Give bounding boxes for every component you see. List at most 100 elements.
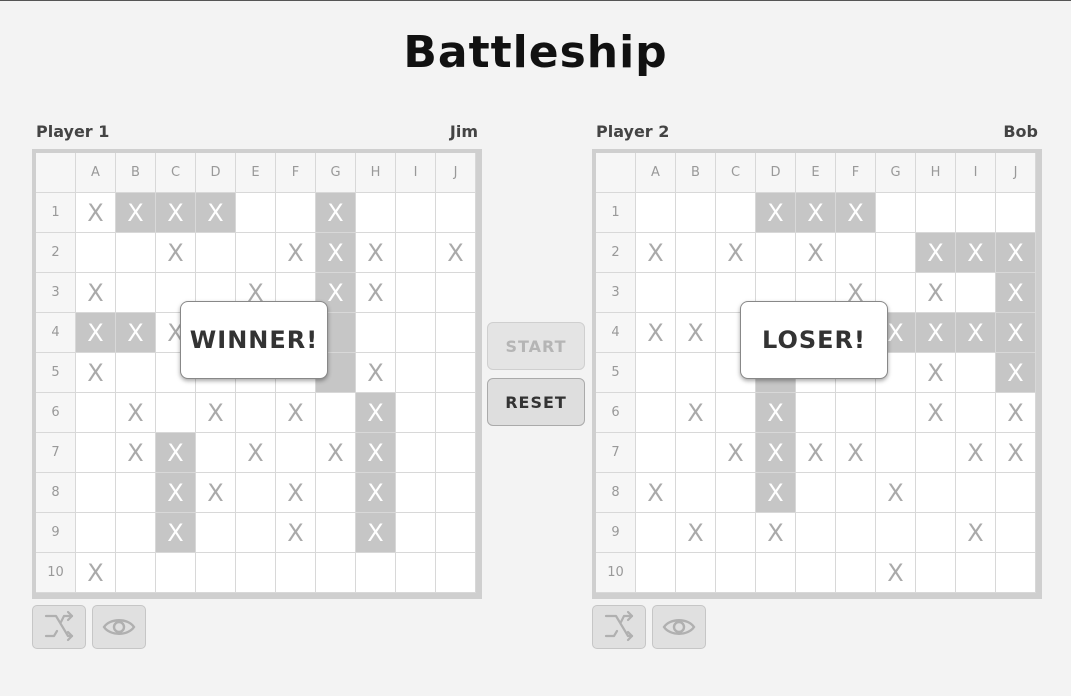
board-cell[interactable]: X [156,513,196,553]
board-cell[interactable]: X [236,433,276,473]
board-cell[interactable]: X [996,393,1036,433]
board-cell[interactable]: X [356,393,396,433]
board-cell[interactable]: X [356,513,396,553]
board-cell[interactable] [996,513,1036,553]
board-cell[interactable]: X [196,193,236,233]
board-cell[interactable] [996,553,1036,593]
board-cell[interactable] [916,513,956,553]
board-cell[interactable]: X [716,433,756,473]
board-cell[interactable] [676,553,716,593]
board-cell[interactable]: X [996,433,1036,473]
board-cell[interactable] [636,273,676,313]
board-cell[interactable]: X [316,193,356,233]
board-cell[interactable] [676,353,716,393]
board-cell[interactable] [116,553,156,593]
board-cell[interactable] [156,553,196,593]
board-cell[interactable] [916,553,956,593]
board-cell[interactable] [956,353,996,393]
board-cell[interactable]: X [116,393,156,433]
board-cell[interactable] [636,513,676,553]
board-cell[interactable]: X [276,513,316,553]
board-cell[interactable] [796,473,836,513]
board-cell[interactable]: X [676,513,716,553]
board-cell[interactable] [356,553,396,593]
board-cell[interactable]: X [276,393,316,433]
board-cell[interactable]: X [956,513,996,553]
board-cell[interactable]: X [996,233,1036,273]
board-cell[interactable]: X [436,233,476,273]
board-cell[interactable] [156,393,196,433]
board-cell[interactable] [236,473,276,513]
board-cell[interactable]: X [836,193,876,233]
board-cell[interactable]: X [996,313,1036,353]
board-cell[interactable] [116,273,156,313]
board-cell[interactable] [876,193,916,233]
board-cell[interactable] [116,473,156,513]
board-cell[interactable]: X [116,193,156,233]
board-cell[interactable] [756,553,796,593]
board-cell[interactable] [396,553,436,593]
board-cell[interactable]: X [636,473,676,513]
board-cell[interactable] [396,273,436,313]
board-cell[interactable] [436,313,476,353]
board-cell[interactable] [76,433,116,473]
board-cell[interactable] [716,393,756,433]
board-cell[interactable] [836,553,876,593]
board-cell[interactable] [636,193,676,233]
board-cell[interactable]: X [956,233,996,273]
board-cell[interactable] [276,553,316,593]
board-cell[interactable] [396,233,436,273]
reset-button[interactable]: RESET [487,378,585,426]
board-cell[interactable] [116,353,156,393]
board-cell[interactable]: X [876,473,916,513]
board-cell[interactable] [796,513,836,553]
board-cell[interactable]: X [196,473,236,513]
board-cell[interactable]: X [916,233,956,273]
board-cell[interactable]: X [356,353,396,393]
board-cell[interactable] [196,433,236,473]
board-cell[interactable]: X [796,233,836,273]
board-cell[interactable] [956,193,996,233]
board-cell[interactable]: X [956,433,996,473]
board-cell[interactable]: X [276,233,316,273]
board-cell[interactable] [356,193,396,233]
board-cell[interactable] [836,513,876,553]
board-cell[interactable] [356,313,396,353]
board-cell[interactable]: X [636,313,676,353]
board-cell[interactable]: X [916,393,956,433]
board-cell[interactable] [876,393,916,433]
board-cell[interactable]: X [196,393,236,433]
board-cell[interactable] [236,193,276,233]
board-cell[interactable] [956,393,996,433]
board-cell[interactable]: X [876,553,916,593]
board-cell[interactable] [436,433,476,473]
board-cell[interactable] [276,193,316,233]
board-cell[interactable] [956,553,996,593]
board-cell[interactable] [236,393,276,433]
board-cell[interactable] [916,193,956,233]
board-cell[interactable]: X [276,473,316,513]
board-cell[interactable] [196,233,236,273]
board-cell[interactable] [276,433,316,473]
board-cell[interactable]: X [156,433,196,473]
board-cell[interactable]: X [76,313,116,353]
board-cell[interactable]: X [916,273,956,313]
board-cell[interactable] [236,513,276,553]
board-cell[interactable] [676,273,716,313]
board-cell[interactable]: X [76,553,116,593]
board-cell[interactable]: X [636,233,676,273]
board-cell[interactable] [316,553,356,593]
board-cell[interactable] [76,233,116,273]
board-cell[interactable]: X [956,313,996,353]
board-cell[interactable] [836,393,876,433]
shuffle-button[interactable] [32,605,86,649]
shuffle-button[interactable] [592,605,646,649]
board-cell[interactable]: X [156,473,196,513]
board-cell[interactable]: X [716,233,756,273]
start-button[interactable]: START [487,322,585,370]
board-cell[interactable] [956,473,996,513]
board-cell[interactable] [236,233,276,273]
board-cell[interactable] [316,473,356,513]
board-cell[interactable]: X [116,313,156,353]
board-cell[interactable] [436,273,476,313]
